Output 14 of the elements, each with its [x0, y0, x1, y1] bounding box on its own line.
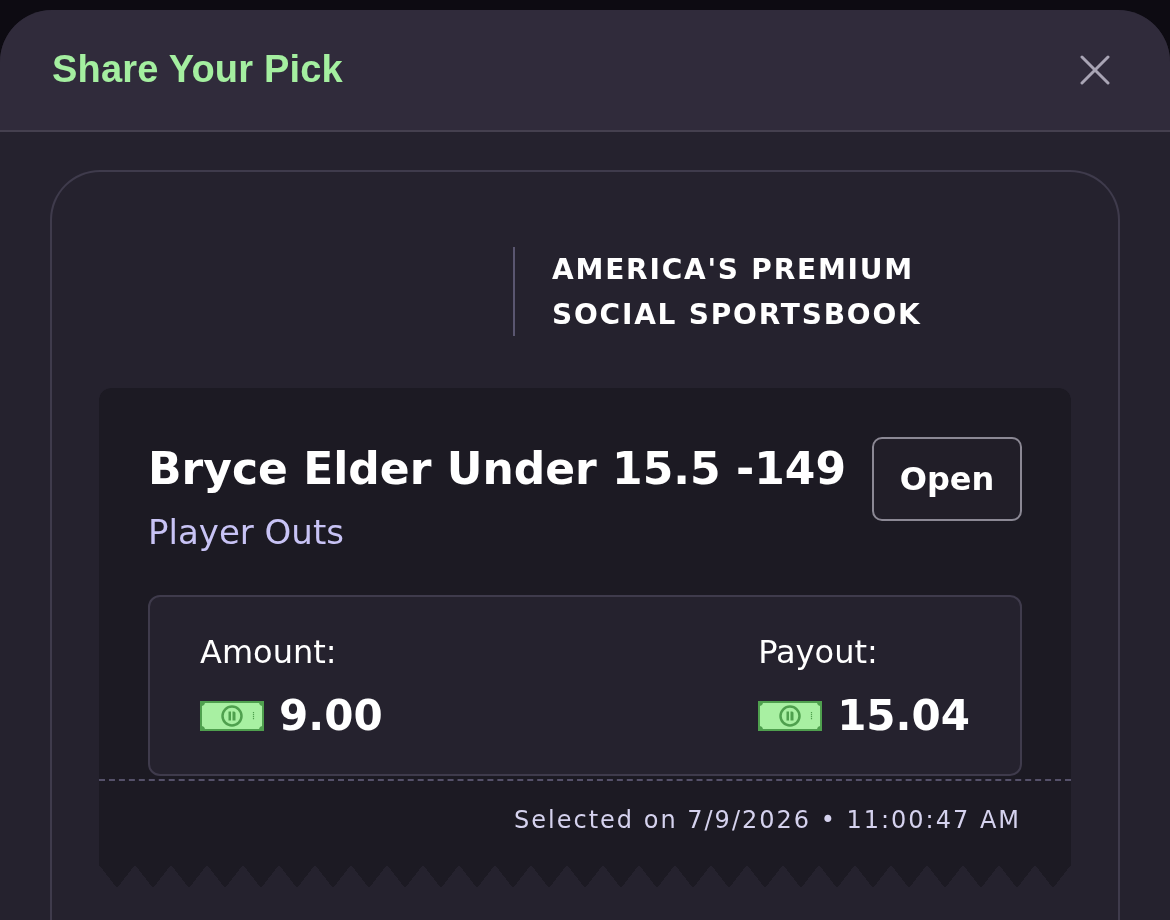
market-label: Player Outs: [148, 511, 345, 553]
close-icon: [1080, 55, 1110, 85]
payout-value: 15.04: [837, 691, 970, 742]
amount-label: Amount:: [200, 632, 338, 671]
banknote-icon: [200, 701, 264, 732]
status-tag: Open: [872, 437, 1022, 521]
amount-value: 9.00: [279, 691, 383, 742]
close-button[interactable]: [1080, 55, 1110, 85]
pick-title: Bryce Elder Under 15.5 -149: [148, 443, 847, 496]
payout-label: Payout:: [758, 632, 879, 671]
modal-title: Share Your Pick: [52, 47, 343, 93]
selection-timestamp: Selected on 7/9/2026 • 11:00:47 AM: [514, 806, 1021, 836]
brand-tagline: AMERICA'S PREMIUM SOCIAL SPORTSBOOK: [552, 252, 923, 333]
banknote-icon: [758, 701, 823, 732]
